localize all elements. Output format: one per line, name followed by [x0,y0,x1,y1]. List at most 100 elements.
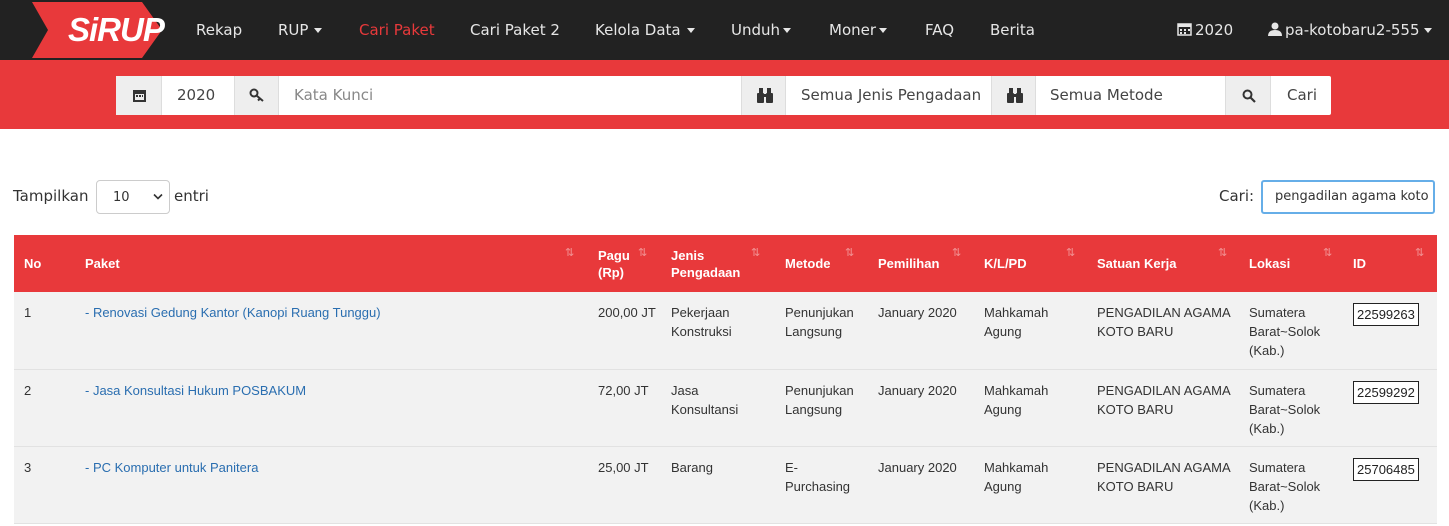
nav-unduh[interactable]: Unduh [731,0,792,60]
metode-addon [991,76,1036,115]
caret-down-icon [879,28,888,33]
nav-moner[interactable]: Moner [829,0,888,60]
cell-pagu: 200,00 JT [598,305,656,320]
column-header-jenis-label: Jenis Pengadaan [671,247,741,280]
column-header-pagu-label: Pagu (Rp) [598,247,630,280]
column-header-no-label: No [24,256,42,271]
table-row: 2 - Jasa Konsultasi Hukum POSBAKUM 72,00… [14,370,1437,447]
column-header-klpd-label: K/L/PD [984,256,1027,271]
cell-paket-link[interactable]: - Jasa Konsultasi Hukum POSBAKUM [85,381,306,400]
nav-kelola-data[interactable]: Kelola Data [595,0,695,60]
sort-icon: ⇅ [952,247,962,259]
table-filter-value: pengadilan agama koto [1275,189,1429,204]
column-header-lokasi[interactable]: Lokasi ⇅ [1249,235,1339,292]
cell-satker: PENGADILAN AGAMA KOTO BARU [1097,383,1230,417]
search-icon [1242,89,1256,103]
cell-pagu: 25,00 JT [598,460,649,475]
cell-id: 25706485 [1353,458,1419,481]
caret-down-icon [783,28,792,33]
sort-icon: ⇅ [1066,247,1076,259]
jenis-addon [741,76,786,115]
column-header-satker[interactable]: Satuan Kerja ⇅ [1097,235,1237,292]
sirup-logo[interactable]: SiRUP [26,0,165,60]
cell-no: 3 [24,460,32,475]
nav-user-label: pa-kotobaru2-555 [1285,21,1420,39]
sort-icon: ⇅ [751,247,761,259]
column-header-paket[interactable]: Paket ⇅ [85,235,585,292]
caret-down-icon [314,28,323,33]
user-icon [1268,22,1282,36]
sort-icon: ⇅ [565,247,575,259]
jenis-pengadaan-select[interactable]: Semua Jenis Pengadaan [801,76,981,115]
nav-cari-paket[interactable]: Cari Paket [359,0,435,60]
caret-down-icon [1423,28,1432,33]
cell-jenis: Jasa Konsultansi [671,383,739,417]
nav-year[interactable]: 2020 [1177,0,1233,60]
nav-cari-paket-2[interactable]: Cari Paket 2 [470,0,560,60]
logo-text: SiRUP [68,11,165,48]
cell-metode: Penunjukan Langsung [785,305,854,339]
nav-unduh-label: Unduh [731,21,781,39]
column-header-pemilihan[interactable]: Pemilihan ⇅ [878,235,968,292]
cell-pemilihan: January 2020 [878,305,957,320]
nav-faq[interactable]: FAQ [925,0,954,60]
caret-down-icon [686,28,695,33]
table-row: 3 - PC Komputer untuk Panitera 25,00 JT … [14,447,1437,524]
sort-icon: ⇅ [638,247,648,259]
column-header-klpd[interactable]: K/L/PD ⇅ [984,235,1084,292]
entries-per-page-select[interactable]: 10 [96,180,170,214]
cell-satker: PENGADILAN AGAMA KOTO BARU [1097,460,1230,494]
cell-lokasi: Sumatera Barat~Solok (Kab.) [1249,460,1321,513]
column-header-satker-label: Satuan Kerja [1097,256,1177,271]
cell-pagu: 72,00 JT [598,383,649,398]
nav-year-label: 2020 [1195,21,1234,39]
column-header-jenis[interactable]: Jenis Pengadaan ⇅ [671,235,771,292]
table-filter-input[interactable]: pengadilan agama koto [1261,180,1435,214]
cell-paket-link[interactable]: - Renovasi Gedung Kantor (Kanopi Ruang T… [85,303,381,322]
column-header-pagu[interactable]: Pagu (Rp) ⇅ [598,235,658,292]
column-header-metode[interactable]: Metode ⇅ [785,235,865,292]
search-button[interactable]: Cari [1287,76,1317,115]
nav-kelola-data-label: Kelola Data [595,21,681,39]
sort-icon: ⇅ [845,247,855,259]
cell-jenis: Barang [671,460,713,475]
keyword-input[interactable]: Kata Kunci [294,76,373,115]
nav-berita[interactable]: Berita [990,0,1035,60]
cell-no: 1 [24,305,32,320]
nav-rup[interactable]: RUP [278,0,323,60]
cell-paket-link[interactable]: - PC Komputer untuk Panitera [85,458,258,477]
cell-lokasi: Sumatera Barat~Solok (Kab.) [1249,305,1321,358]
filter-label: Cari: [1219,187,1255,205]
cell-klpd: Mahkamah Agung [984,305,1049,339]
nav-moner-label: Moner [829,21,877,39]
sort-icon: ⇅ [1218,247,1228,259]
metode-select[interactable]: Semua Metode [1050,76,1163,115]
table-header: No Paket ⇅ Pagu (Rp) ⇅ Jenis Pengadaan ⇅ Me… [14,235,1437,292]
entries-per-page-value: 10 [113,190,130,205]
column-header-pemilihan-label: Pemilihan [878,256,940,271]
column-header-no[interactable]: No [24,235,74,292]
column-header-id[interactable]: ID ⇅ [1353,235,1433,292]
column-header-metode-label: Metode [785,256,831,271]
year-field[interactable]: 2020 [177,76,215,115]
cell-lokasi: Sumatera Barat~Solok (Kab.) [1249,383,1321,436]
cell-pemilihan: January 2020 [878,383,957,398]
keyword-addon [234,76,279,115]
cell-no: 2 [24,383,32,398]
search-bar: 2020 Kata Kunci Semua Jenis Pengadaan Se… [116,76,1331,115]
calendar-icon [1177,23,1192,36]
column-header-paket-label: Paket [85,256,120,271]
nav-user-menu[interactable]: pa-kotobaru2-555 [1268,0,1432,60]
sort-icon: ⇅ [1415,247,1425,259]
nav-rup-label: RUP [278,21,309,39]
key-icon [249,88,264,102]
top-navbar: SiRUP Rekap RUP Cari Paket Cari Paket 2 … [0,0,1449,60]
cell-klpd: Mahkamah Agung [984,460,1049,494]
table-row: 1 - Renovasi Gedung Kantor (Kanopi Ruang… [14,292,1437,370]
cell-metode: E-Purchasing [785,460,851,494]
calendar-icon [133,90,146,102]
search-addon [1225,76,1271,115]
nav-rekap[interactable]: Rekap [196,0,242,60]
cell-satker: PENGADILAN AGAMA KOTO BARU [1097,305,1230,339]
column-header-lokasi-label: Lokasi [1249,256,1291,271]
